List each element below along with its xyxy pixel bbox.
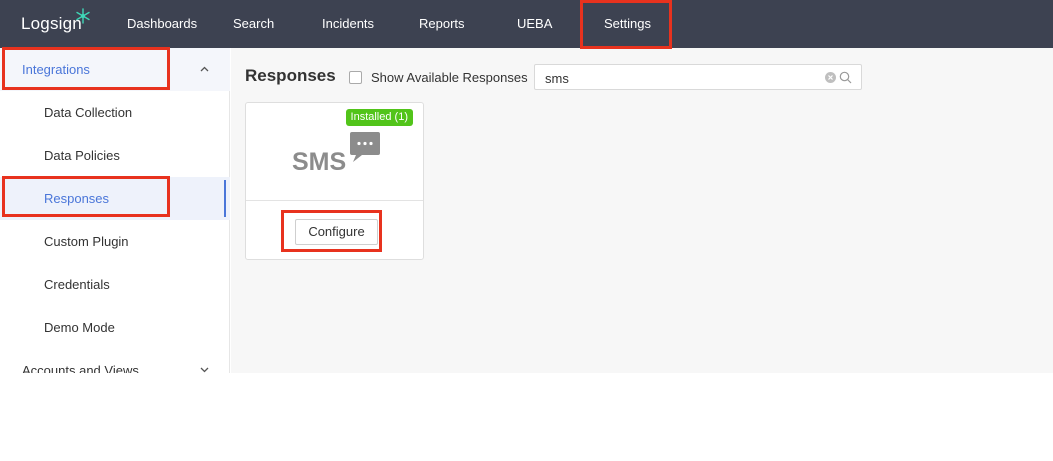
logsign-logo[interactable]: Logsign [21, 8, 90, 35]
nav-ueba[interactable]: UEBA [517, 0, 552, 48]
sidebar-item-credentials[interactable]: Credentials [0, 263, 230, 306]
main-content: Responses Show Available Responses Insta… [231, 48, 1053, 373]
show-available-checkbox[interactable] [349, 70, 362, 84]
sidebar-group-label: Accounts and Views [22, 363, 139, 373]
configure-button[interactable]: Configure [295, 219, 378, 245]
installed-badge: Installed (1) [345, 109, 413, 126]
page-title: Responses [245, 66, 336, 85]
sidebar: Integrations Data Collection Data Polici… [0, 48, 230, 373]
sms-logo-text: SMS [292, 148, 346, 176]
chat-bubble-icon [350, 132, 380, 162]
sidebar-item-custom-plugin[interactable]: Custom Plugin [0, 220, 230, 263]
nav-dashboards[interactable]: Dashboards [127, 0, 197, 48]
nav-search[interactable]: Search [233, 0, 274, 48]
sms-logo: SMS [292, 132, 380, 176]
sidebar-item-responses[interactable]: Responses [0, 177, 230, 220]
chevron-down-icon [198, 349, 210, 373]
chevron-up-icon [198, 48, 210, 91]
sidebar-group-integrations[interactable]: Integrations [0, 48, 230, 91]
app: Logsign Dashboards Search Incidents Repo… [0, 0, 1053, 373]
search-box[interactable] [534, 64, 862, 90]
card-header: Installed (1) SMS [246, 103, 423, 201]
top-navbar: Logsign Dashboards Search Incidents Repo… [0, 0, 1053, 48]
nav-settings[interactable]: Settings [591, 0, 656, 48]
sidebar-group-accounts-and-views[interactable]: Accounts and Views [0, 349, 230, 373]
logo-text: Logsign [21, 14, 82, 33]
clear-icon[interactable] [825, 72, 836, 83]
sidebar-item-data-collection[interactable]: Data Collection [0, 91, 230, 134]
nav-incidents[interactable]: Incidents [322, 0, 374, 48]
logsign-snowflake-icon [76, 8, 90, 24]
response-card-sms: Installed (1) SMS Configure [245, 102, 424, 260]
sidebar-group-label: Integrations [22, 62, 90, 77]
sidebar-item-data-policies[interactable]: Data Policies [0, 134, 230, 177]
show-available-responses-toggle[interactable]: Show Available Responses [349, 68, 528, 86]
search-icon[interactable] [839, 71, 852, 84]
show-available-label: Show Available Responses [371, 69, 528, 85]
nav-reports[interactable]: Reports [419, 0, 465, 48]
sidebar-item-demo-mode[interactable]: Demo Mode [0, 306, 230, 349]
search-input[interactable] [545, 69, 815, 87]
